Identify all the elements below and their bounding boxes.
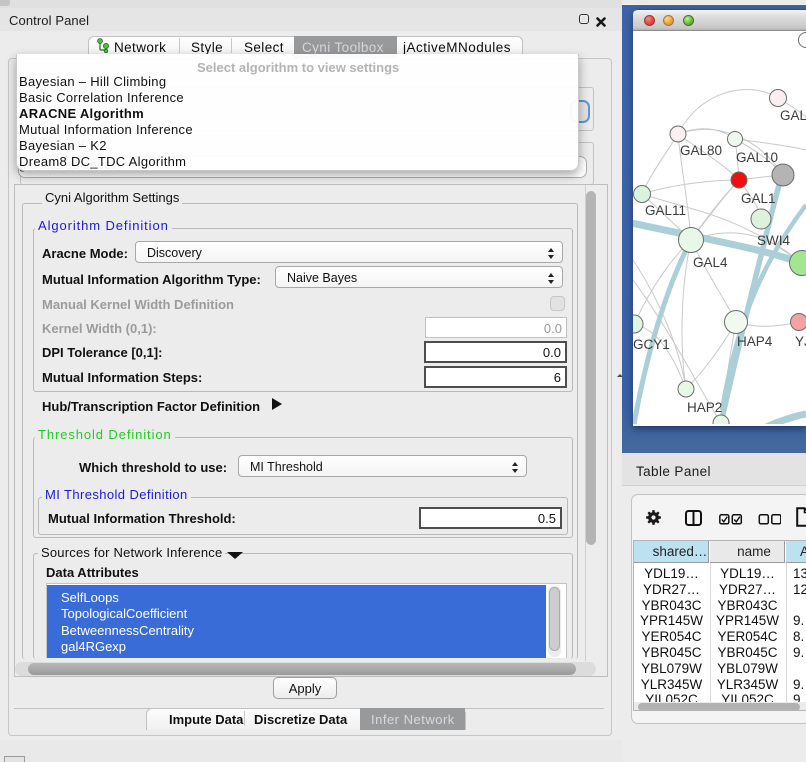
svg-text:GAL80: GAL80 xyxy=(680,143,722,158)
svg-text:SWI4: SWI4 xyxy=(757,233,790,248)
svg-text:GCY1: GCY1 xyxy=(633,337,670,352)
svg-text:GAL11: GAL11 xyxy=(645,203,686,218)
svg-text:HAP4: HAP4 xyxy=(737,334,773,349)
svg-text:YJ: YJ xyxy=(795,334,806,349)
svg-text:HAP2: HAP2 xyxy=(687,400,722,415)
svg-text:GAL1: GAL1 xyxy=(741,191,776,206)
svg-text:GAL7: GAL7 xyxy=(780,108,806,123)
svg-text:GAL4: GAL4 xyxy=(693,255,728,270)
svg-text:GAL10: GAL10 xyxy=(736,150,778,165)
